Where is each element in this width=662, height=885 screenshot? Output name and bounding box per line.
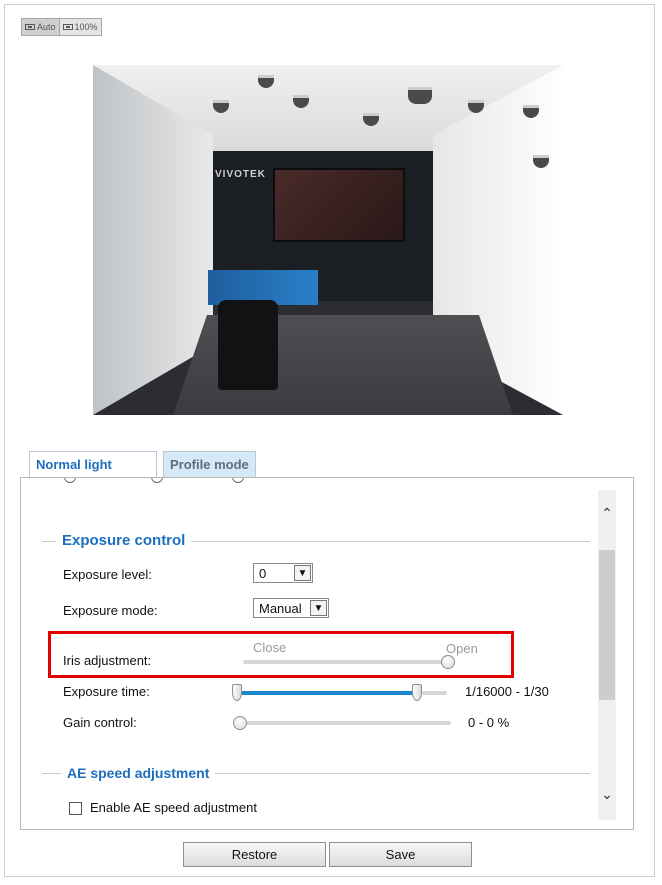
restore-button[interactable]: Restore — [183, 842, 326, 867]
panel-scrollbar[interactable]: ⌃ ⌄ — [598, 490, 616, 820]
exposure-time-max-handle[interactable] — [412, 684, 422, 701]
radio-button[interactable] — [232, 478, 244, 483]
scroll-down-icon[interactable]: ⌄ — [598, 785, 616, 803]
exposure-level-value: 0 — [259, 565, 267, 581]
exposure-mode-label: Exposure mode: — [63, 603, 158, 618]
ae-speed-checkbox[interactable] — [69, 802, 82, 815]
chevron-down-icon: ▼ — [294, 565, 311, 581]
radio-button[interactable] — [151, 478, 163, 483]
actual-size-icon — [62, 24, 73, 30]
iris-slider-handle[interactable] — [441, 655, 455, 669]
ae-speed-title: AE speed adjustment — [61, 765, 216, 781]
exposure-time-min-handle[interactable] — [232, 684, 242, 701]
tab-profile-mode[interactable]: Profile mode — [163, 451, 256, 477]
exposure-level-select[interactable]: 0 ▼ — [253, 563, 313, 583]
exposure-mode-select[interactable]: Manual ▼ — [253, 598, 329, 618]
fit-screen-icon — [25, 24, 35, 30]
exposure-mode-value: Manual — [259, 600, 302, 616]
ae-speed-checkbox-label: Enable AE speed adjustment — [90, 800, 257, 815]
iris-close-label: Close — [253, 640, 287, 655]
save-button[interactable]: Save — [329, 842, 472, 867]
exposure-control-title: Exposure control — [56, 532, 192, 549]
iris-slider-track[interactable] — [243, 660, 455, 664]
camera-wall-display — [273, 168, 405, 242]
tab-normal-light-mode[interactable]: Normal light mode — [29, 451, 157, 498]
dome-camera-icon — [408, 87, 432, 104]
gain-slider-handle[interactable] — [233, 716, 247, 730]
exposure-time-slider-fill — [236, 691, 417, 695]
iris-adjustment-label: Iris adjustment: — [63, 653, 152, 668]
camera-chair — [218, 300, 278, 390]
radio-button[interactable] — [64, 478, 76, 483]
gain-control-label: Gain control: — [63, 715, 137, 730]
zoom-auto-label: Auto — [37, 22, 56, 32]
exposure-time-range: 1/16000 - 1/30 — [465, 684, 549, 699]
gain-range: 0 - 0 % — [468, 715, 510, 730]
zoom-100-label: 100% — [74, 22, 98, 32]
chevron-down-icon: ▼ — [310, 600, 327, 616]
gain-slider-track[interactable] — [236, 721, 451, 725]
exposure-level-label: Exposure level: — [63, 567, 152, 582]
zoom-100-button[interactable]: 100% — [60, 19, 101, 35]
camera-wall-logo: VIVOTEK — [215, 169, 266, 180]
zoom-auto-button[interactable]: Auto — [22, 19, 60, 35]
scroll-thumb[interactable] — [599, 550, 615, 700]
zoom-toolbar: Auto 100% — [21, 18, 102, 36]
exposure-time-label: Exposure time: — [63, 684, 150, 699]
iris-open-label: Open — [446, 641, 478, 656]
camera-live-view: VIVOTEK — [93, 65, 563, 415]
scroll-up-icon[interactable]: ⌃ — [598, 504, 616, 522]
